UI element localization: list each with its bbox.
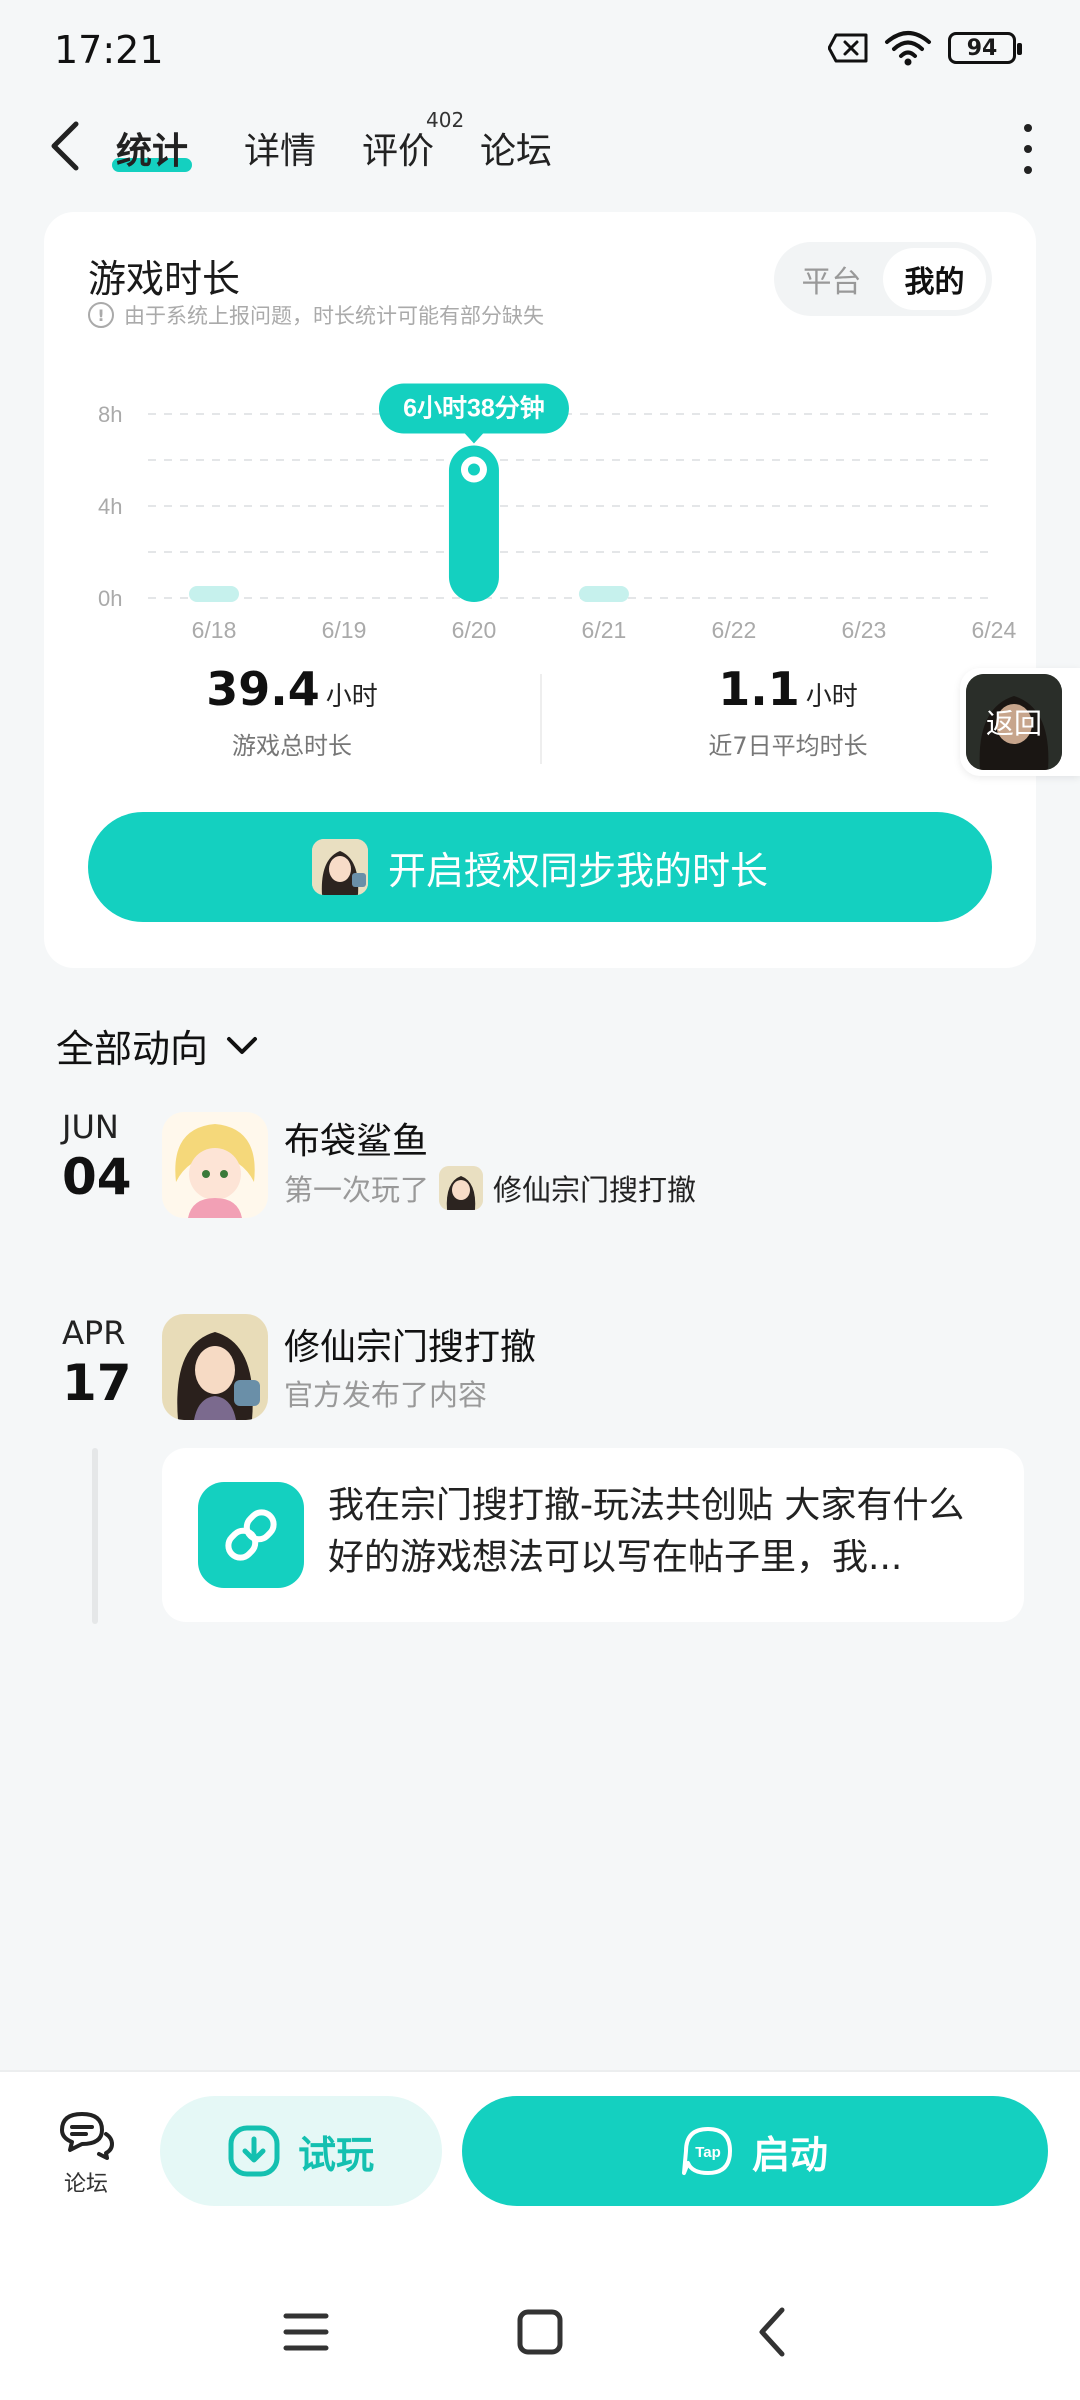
feed-item-2-name[interactable]: 修仙宗门搜打撤 [284, 1318, 536, 1370]
chart-bar [189, 586, 239, 602]
no-sim-icon [828, 33, 868, 63]
feed-item-1-action: 第一次玩了 [284, 1173, 430, 1207]
game-small-icon [439, 1166, 484, 1210]
link-icon [198, 1482, 304, 1588]
total-value: 39.4 [206, 662, 320, 716]
avg-value: 1.1 [718, 662, 800, 716]
return-label: 返回 [985, 707, 1042, 740]
feed-item-2-action: 官方发布了内容 [284, 1378, 488, 1412]
launch-label: 启动 [751, 2132, 828, 2177]
feed-item-1-game[interactable]: 修仙宗门搜打撤 [493, 1167, 696, 1209]
forum-shortcut[interactable]: 论坛 [48, 2108, 124, 2198]
feed-item-1-day: 04 [62, 1148, 132, 1206]
playtime-chart: 0h 4h 8h 6/18 6/19 6小时38分钟 6/20 6/21 6/22 6/23 6/2… [44, 372, 1036, 682]
wifi-icon [885, 31, 931, 66]
x-tick-label: 6/20 [452, 617, 497, 643]
review-count-badge: 402 [426, 108, 465, 132]
post-text: 我在宗门搜打撤-玩法共创贴 大家有什么好的游戏想法可以写在帖子里，我... [328, 1485, 965, 1578]
bottom-action-bar: 论坛 试玩 Tap 启动 [0, 2070, 1080, 2400]
feed-item-2-month: APR [62, 1314, 126, 1352]
system-nav-bar [0, 2302, 1080, 2362]
y-tick-label: 4h [98, 494, 122, 519]
playtime-card: 游戏时长 ! 由于系统上报问题，时长统计可能有部分缺失 平台 我的 0h 4h 8h… [44, 212, 1036, 968]
y-tick-label: 8h [98, 402, 122, 427]
tab-stats[interactable]: 统计 [112, 122, 193, 174]
tab-review-label: 评价 [362, 131, 435, 172]
float-return-button[interactable]: 返回 [960, 668, 1080, 776]
post-card[interactable]: 我在宗门搜打撤-玩法共创贴 大家有什么好的游戏想法可以写在帖子里，我... [162, 1448, 1024, 1622]
trial-button[interactable]: 试玩 [160, 2096, 442, 2206]
trial-label: 试玩 [297, 2132, 374, 2177]
notice-text: 由于系统上报问题，时长统计可能有部分缺失 [124, 304, 544, 328]
tab-forum[interactable]: 论坛 [480, 122, 552, 174]
sync-button-label: 开启授权同步我的时长 [387, 848, 768, 893]
highlight-tooltip-label: 6小时38分钟 [403, 395, 545, 423]
avg-unit: 小时 [805, 682, 858, 712]
timeline-line [92, 1448, 98, 1624]
tap-logo-icon: Tap [681, 2127, 732, 2175]
card-notice: ! 由于系统上报问题，时长统计可能有部分缺失 [88, 300, 544, 330]
highlight-tooltip-tail [463, 432, 484, 444]
menu-icon[interactable] [276, 2302, 336, 2362]
chart-svg: 0h 4h 8h 6/18 6/19 6小时38分钟 6/20 6/21 6/22 6/23 6/2… [98, 383, 1016, 643]
status-icons: 94 [828, 30, 1022, 66]
game-avatar[interactable] [162, 1314, 268, 1420]
launch-button[interactable]: Tap 启动 [462, 2096, 1048, 2206]
user-avatar[interactable] [162, 1112, 268, 1218]
feed-item-1-name[interactable]: 布袋鲨鱼 [284, 1112, 428, 1164]
info-icon: ! [88, 302, 114, 328]
back-arrow-icon[interactable] [44, 118, 88, 174]
x-tick-label: 6/24 [971, 617, 1016, 643]
source-toggle: 平台 我的 [774, 242, 992, 316]
status-bar: 17:21 94 [0, 0, 1080, 100]
feed-item-2-day: 17 [62, 1354, 132, 1412]
feed-item-1-month: JUN [62, 1108, 119, 1146]
toggle-mine[interactable]: 我的 [883, 248, 986, 310]
chevron-down-icon [227, 1036, 258, 1054]
status-time: 17:21 [54, 28, 164, 72]
x-tick-label: 6/19 [322, 617, 367, 643]
download-icon [228, 2125, 280, 2177]
toggle-platform[interactable]: 平台 [780, 248, 883, 310]
feed-filter-dropdown[interactable]: 全部动向 [56, 1018, 260, 1073]
total-playtime: 39.4 小时 游戏总时长 [44, 662, 540, 761]
back-icon[interactable] [744, 2302, 804, 2362]
top-nav: 统计 详情 评价 402 论坛 [0, 100, 1080, 210]
forum-label: 论坛 [63, 2172, 108, 2197]
feed-item-1-activity: 第一次玩了 修仙宗门搜打撤 [284, 1166, 696, 1210]
battery-indicator: 94 [948, 32, 1022, 64]
x-tick-label: 6/22 [712, 617, 757, 643]
game-avatar-icon [311, 839, 368, 895]
x-tick-label: 6/18 [192, 617, 237, 643]
home-icon[interactable] [510, 2302, 570, 2362]
x-tick-label: 6/23 [842, 617, 887, 643]
total-label: 游戏总时长 [232, 732, 352, 760]
more-options-icon[interactable] [1016, 124, 1040, 174]
sync-playtime-button[interactable]: 开启授权同步我的时长 [88, 812, 992, 922]
tab-detail[interactable]: 详情 [244, 122, 316, 174]
chart-bar [578, 586, 629, 602]
feed-filter-label: 全部动向 [56, 1027, 209, 1071]
forum-chat-icon [60, 2112, 114, 2160]
y-tick-label: 0h [98, 586, 122, 611]
tab-stats-label: 统计 [116, 131, 189, 172]
svg-text:Tap: Tap [695, 2144, 721, 2161]
bar-marker-dot [467, 463, 480, 476]
total-unit: 小时 [325, 682, 378, 712]
card-title: 游戏时长 [88, 257, 241, 301]
tab-review[interactable]: 评价 402 [362, 108, 464, 174]
x-tick-label: 6/21 [582, 617, 627, 643]
